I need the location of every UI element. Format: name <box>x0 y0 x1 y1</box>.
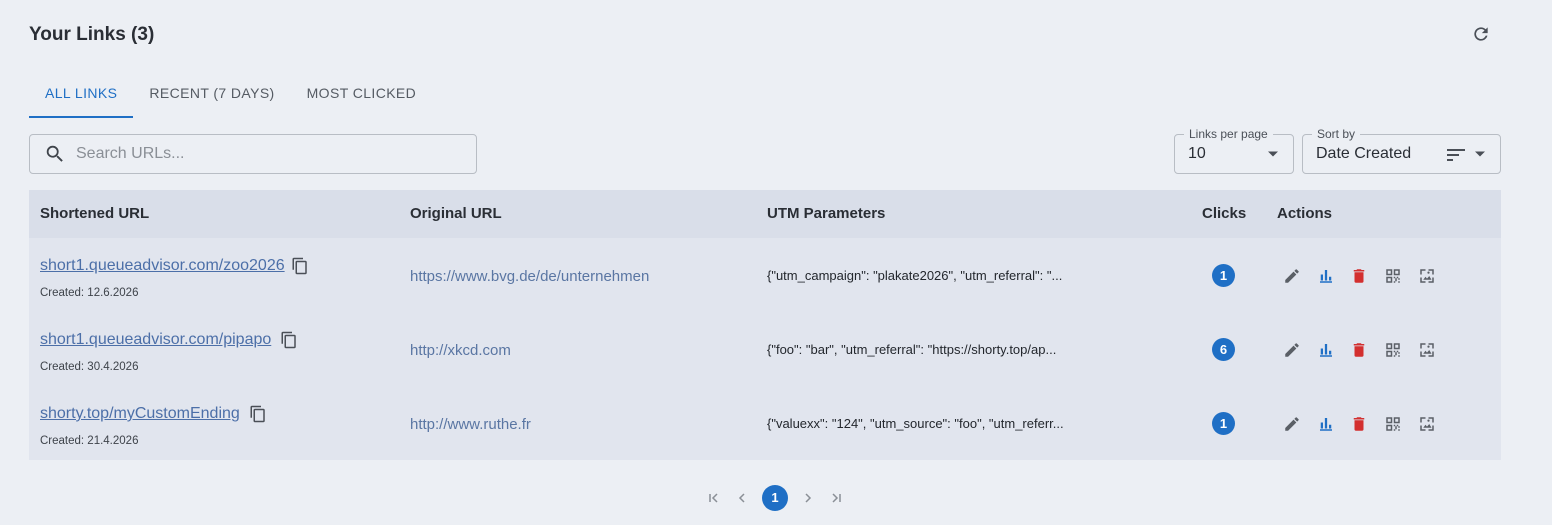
qr-code-button[interactable] <box>1383 340 1403 360</box>
column-header-clicks[interactable]: Clicks <box>1202 190 1246 238</box>
refresh-button[interactable] <box>1470 23 1492 45</box>
utm-parameters: {"foo": "bar", "utm_referral": "https://… <box>767 342 1057 357</box>
bar-chart-icon <box>1320 344 1332 357</box>
edit-button[interactable] <box>1282 266 1302 286</box>
pencil-icon <box>1285 417 1299 431</box>
delete-button[interactable] <box>1349 340 1369 360</box>
qr-code-button[interactable] <box>1383 266 1403 286</box>
search-box[interactable] <box>29 134 477 174</box>
table-header: Shortened URL Original URL UTM Parameter… <box>29 190 1501 238</box>
chevron-left-icon <box>738 493 745 503</box>
links-per-page-value: 10 <box>1188 145 1206 162</box>
edit-button[interactable] <box>1282 340 1302 360</box>
first-page-button[interactable] <box>704 485 724 511</box>
clicks-badge: 1 <box>1212 264 1235 287</box>
stats-button[interactable] <box>1316 340 1336 360</box>
short-url-link[interactable]: short1.queueadvisor.com/zoo2026 <box>40 257 285 275</box>
sort-by-label: Sort by <box>1312 127 1361 141</box>
sort-icon <box>1447 149 1465 161</box>
pagination: 1 <box>700 485 850 511</box>
created-date: Created: 21.4.2026 <box>40 435 139 447</box>
bar-chart-icon <box>1320 418 1332 431</box>
image-button[interactable] <box>1417 266 1437 286</box>
original-url-link[interactable]: http://www.ruthe.fr <box>410 416 531 433</box>
chevron-right-icon <box>805 493 812 503</box>
column-header-utm[interactable]: UTM Parameters <box>767 190 885 238</box>
bar-chart-icon <box>1320 270 1332 283</box>
original-url-link[interactable]: http://xkcd.com <box>410 342 511 359</box>
image-frame-icon <box>1420 417 1434 431</box>
page-title: Your Links (3) <box>29 24 155 45</box>
first-page-icon <box>709 493 718 503</box>
trash-icon <box>1353 269 1365 283</box>
image-button[interactable] <box>1417 414 1437 434</box>
qr-code-icon <box>1386 269 1400 283</box>
links-per-page-select[interactable]: Links per page 10 <box>1174 127 1294 174</box>
utm-parameters: {"utm_campaign": "plakate2026", "utm_ref… <box>767 268 1063 283</box>
stats-button[interactable] <box>1316 266 1336 286</box>
tab-bar: ALL LINKS RECENT (7 DAYS) MOST CLICKED <box>29 74 432 118</box>
sort-by-select[interactable]: Sort by Date Created <box>1302 127 1501 174</box>
image-frame-icon <box>1420 343 1434 357</box>
clicks-badge: 6 <box>1212 338 1235 361</box>
created-date: Created: 30.4.2026 <box>40 361 139 373</box>
last-page-icon <box>832 493 841 503</box>
search-input[interactable] <box>76 145 456 163</box>
last-page-button[interactable] <box>826 485 846 511</box>
links-table: Shortened URL Original URL UTM Parameter… <box>29 190 1501 460</box>
delete-button[interactable] <box>1349 414 1369 434</box>
tab-recent[interactable]: RECENT (7 DAYS) <box>133 74 290 118</box>
table-row: shorty.top/myCustomEnding Created: 21.4.… <box>29 386 1501 460</box>
refresh-icon <box>1474 27 1488 41</box>
copy-icon[interactable] <box>291 256 309 276</box>
edit-button[interactable] <box>1282 414 1302 434</box>
next-page-button[interactable] <box>798 485 818 511</box>
copy-icon[interactable] <box>249 404 267 424</box>
pencil-icon <box>1285 343 1299 357</box>
image-frame-icon <box>1420 269 1434 283</box>
image-button[interactable] <box>1417 340 1437 360</box>
table-row: short1.queueadvisor.com/zoo2026 Created:… <box>29 238 1501 312</box>
clicks-badge: 1 <box>1212 412 1235 435</box>
tab-most-clicked[interactable]: MOST CLICKED <box>291 74 433 118</box>
copy-icon[interactable] <box>280 330 298 350</box>
search-icon <box>46 145 63 162</box>
short-url-link[interactable]: short1.queueadvisor.com/pipapo <box>40 331 271 349</box>
short-url-link[interactable]: shorty.top/myCustomEnding <box>40 405 240 423</box>
utm-parameters: {"valuexx": "124", "utm_source": "foo", … <box>767 416 1064 431</box>
stats-button[interactable] <box>1316 414 1336 434</box>
dropdown-arrow-icon <box>1268 151 1278 157</box>
qr-code-button[interactable] <box>1383 414 1403 434</box>
sort-by-value: Date Created <box>1316 145 1412 162</box>
tab-all-links[interactable]: ALL LINKS <box>29 74 134 118</box>
qr-code-icon <box>1386 417 1400 431</box>
table-row: short1.queueadvisor.com/pipapo Created: … <box>29 312 1501 386</box>
column-header-original-url[interactable]: Original URL <box>410 190 502 238</box>
previous-page-button[interactable] <box>732 485 752 511</box>
trash-icon <box>1353 343 1365 357</box>
column-header-actions: Actions <box>1277 205 1333 222</box>
dropdown-arrow-icon <box>1475 151 1485 157</box>
delete-button[interactable] <box>1349 266 1369 286</box>
original-url-link[interactable]: https://www.bvg.de/de/unternehmen <box>410 268 649 285</box>
pencil-icon <box>1285 269 1299 283</box>
trash-icon <box>1353 417 1365 431</box>
links-per-page-label: Links per page <box>1184 127 1273 141</box>
created-date: Created: 12.6.2026 <box>40 287 139 299</box>
qr-code-icon <box>1386 343 1400 357</box>
current-page-button[interactable]: 1 <box>762 485 788 511</box>
column-header-shortened-url[interactable]: Shortened URL <box>40 190 149 238</box>
